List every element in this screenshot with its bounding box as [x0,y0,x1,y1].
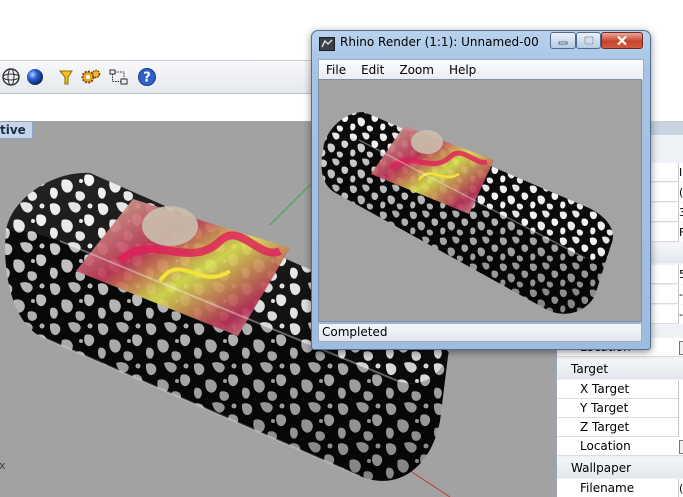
z-target-label: Z Target [580,420,630,434]
render-status-bar: Completed [318,323,642,342]
filename-row[interactable]: Filename ( [557,479,683,497]
target-location-row[interactable]: Location [557,437,683,456]
rhino-render-icon [319,37,335,54]
maximize-icon [583,36,594,45]
property-value: - [678,285,683,304]
target-location-button[interactable] [679,440,683,454]
minimize-button[interactable] [550,32,576,49]
y-target-value[interactable] [678,399,683,418]
render-window-title: Rhino Render (1:1): Unnamed-00 [340,35,539,49]
z-target-value[interactable] [678,418,683,437]
x-target-label: X Target [580,382,630,396]
x-target-row[interactable]: X Target [557,380,683,399]
property-value: 3 [678,203,683,222]
main-toolbar: ? [0,60,312,94]
layout-icon[interactable] [108,66,130,88]
render-window: Rhino Render (1:1): Unnamed-00 File Edit… [311,30,651,350]
maximize-button[interactable] [576,32,601,49]
gears-icon[interactable] [80,66,102,88]
menu-edit[interactable]: Edit [354,63,392,77]
render-window-titlebar[interactable]: Rhino Render (1:1): Unnamed-00 [312,31,650,57]
menu-help[interactable]: Help [442,63,484,77]
close-button[interactable] [601,32,643,49]
filename-label: Filename [580,481,635,495]
close-icon [617,35,627,46]
x-target-value[interactable] [678,380,683,399]
help-icon[interactable]: ? [136,66,158,88]
minimize-icon [558,41,568,44]
render-menubar: File Edit Zoom Help [318,59,644,80]
y-target-label: Y Target [580,401,629,415]
target-header[interactable]: Target [557,359,683,379]
svg-text:?: ? [143,71,151,86]
target-location-label: Location [580,439,631,453]
filename-value[interactable]: ( [678,479,683,497]
property-value: F [678,223,683,242]
sphere-outline-icon[interactable] [0,66,22,88]
property-value: 5 [678,265,683,284]
property-value: I [678,163,683,182]
viewport-title-tab[interactable]: tive [0,121,33,139]
menu-zoom[interactable]: Zoom [392,63,442,77]
y-target-row[interactable]: Y Target [557,399,683,418]
flashlight-icon[interactable] [56,66,78,88]
blue-sphere-icon[interactable] [24,66,46,88]
render-output-area[interactable] [318,79,642,322]
menu-file[interactable]: File [319,63,354,77]
property-value: ( [678,183,683,202]
location-picker-button[interactable] [679,341,683,355]
z-target-row[interactable]: Z Target [557,418,683,437]
wallpaper-header[interactable]: Wallpaper [557,458,683,478]
property-value: - [678,305,683,324]
rendered-image [321,112,613,314]
axis-x-label: x [0,459,6,472]
